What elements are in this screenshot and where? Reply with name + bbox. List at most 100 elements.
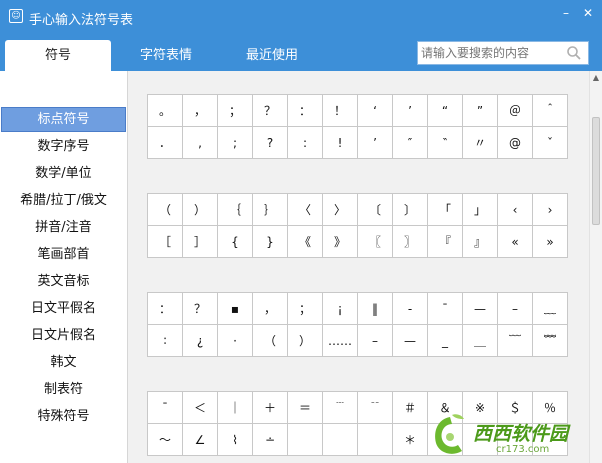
symbol-cell[interactable]: 〖 (357, 225, 393, 258)
sidebar-item-number-ordinals[interactable]: 数字序号 (0, 134, 127, 159)
symbol-cell[interactable]: ‶ (427, 126, 463, 159)
symbol-cell[interactable]: （ (252, 324, 288, 357)
symbol-cell[interactable]: ” (462, 94, 498, 127)
symbol-cell[interactable]: – (497, 292, 533, 325)
symbol-cell[interactable]: ! (322, 126, 358, 159)
symbol-cell[interactable]: ＜ (182, 391, 218, 424)
sidebar-item-english-phonetics[interactable]: 英文音标 (0, 269, 127, 294)
sidebar-item-strokes-radicals[interactable]: 笔画部首 (0, 242, 127, 267)
symbol-cell[interactable]: ？ (252, 94, 288, 127)
symbol-cell[interactable]: ： (147, 292, 183, 325)
symbol-cell[interactable]: — (462, 292, 498, 325)
symbol-cell[interactable]: ， (182, 94, 218, 127)
tab-recent[interactable]: 最近使用 (233, 40, 311, 71)
symbol-cell[interactable]: : (287, 126, 323, 159)
symbol-cell[interactable]: ！ (322, 94, 358, 127)
symbol-cell[interactable]: ﹌ (532, 324, 568, 357)
symbol-cell[interactable]: › (532, 193, 568, 226)
symbol-cell[interactable]: ’ (357, 126, 393, 159)
search-input[interactable] (421, 44, 565, 62)
symbol-cell[interactable]: ＋ (252, 391, 288, 424)
symbol-cell[interactable]: ∸ (252, 423, 288, 456)
vertical-scrollbar[interactable]: ▲ (589, 71, 602, 463)
symbol-cell[interactable]: ? (252, 126, 288, 159)
symbol-cell[interactable]: ˉ (147, 391, 183, 424)
symbol-cell[interactable]: @ (497, 126, 533, 159)
scroll-up-arrow-icon[interactable]: ▲ (590, 71, 602, 85)
close-button[interactable]: ✕ (580, 5, 596, 21)
symbol-cell[interactable]: ］ (182, 225, 218, 258)
symbol-cell[interactable]: ▪ (217, 292, 253, 325)
symbol-cell[interactable]: ¡ (322, 292, 358, 325)
symbol-cell[interactable]: 《 (287, 225, 323, 258)
symbol-cell[interactable]: 〕 (392, 193, 428, 226)
symbol-cell[interactable]: – (357, 324, 393, 357)
symbol-cell[interactable]: _ (427, 324, 463, 357)
symbol-cell[interactable]: « (497, 225, 533, 258)
sidebar-item-special-symbols[interactable]: 特殊符号 (0, 404, 127, 429)
scroll-thumb[interactable] (592, 117, 600, 225)
symbol-cell[interactable]: 「 (427, 193, 463, 226)
symbol-cell[interactable]: “ (427, 94, 463, 127)
symbol-cell[interactable]: ∠ (182, 423, 218, 456)
symbol-cell[interactable]: { (217, 225, 253, 258)
symbol-cell[interactable]: ¿ (182, 324, 218, 357)
symbol-cell[interactable]: 『 (427, 225, 463, 258)
symbol-cell[interactable]: » (532, 225, 568, 258)
symbol-cell[interactable]: 』 (462, 225, 498, 258)
symbol-cell[interactable]: - (392, 292, 428, 325)
sidebar-item-hiragana[interactable]: 日文平假名 (0, 296, 127, 321)
symbol-cell[interactable]: ＿ (462, 324, 498, 357)
symbol-cell[interactable]: ¯ (427, 292, 463, 325)
symbol-cell[interactable]: 」 (462, 193, 498, 226)
symbol-cell[interactable]: ； (217, 94, 253, 127)
symbol-cell[interactable]: — (392, 324, 428, 357)
symbol-cell[interactable]: 。 (147, 94, 183, 127)
symbol-cell[interactable]: 〃 (462, 126, 498, 159)
symbol-cell[interactable]: ＊ (392, 423, 428, 456)
symbol-cell[interactable]: ？ (182, 292, 218, 325)
sidebar-item-box-drawing[interactable]: 制表符 (0, 377, 127, 402)
symbol-cell[interactable]: ‖ (357, 292, 393, 325)
symbol-cell[interactable]: ． (147, 126, 183, 159)
symbol-cell[interactable]: ⌇ (217, 423, 253, 456)
symbol-cell[interactable]: ｜ (217, 391, 253, 424)
symbol-cell[interactable]: 〗 (392, 225, 428, 258)
symbol-cell[interactable]: ， (252, 292, 288, 325)
symbol-cell[interactable]: ｛ (217, 193, 253, 226)
sidebar-item-punctuation[interactable]: 标点符号 (1, 107, 126, 132)
sidebar-item-katakana[interactable]: 日文片假名 (0, 323, 127, 348)
symbol-cell[interactable]: ﹏ (532, 292, 568, 325)
symbol-cell[interactable]: ） (182, 193, 218, 226)
symbol-cell[interactable]: （ (147, 193, 183, 226)
symbol-cell[interactable]: ‘ (357, 94, 393, 127)
symbol-cell[interactable]: ） (287, 324, 323, 357)
symbol-cell[interactable]: 》 (322, 225, 358, 258)
sidebar-item-pinyin-zhuyin[interactable]: 拼音/注音 (0, 215, 127, 240)
symbol-cell[interactable]: } (252, 225, 288, 258)
symbol-cell[interactable]: ～ (147, 423, 183, 456)
symbol-cell[interactable]: ｝ (252, 193, 288, 226)
symbol-cell[interactable]: ＃ (392, 391, 428, 424)
symbol-cell[interactable]: ＾ (532, 94, 568, 127)
symbol-cell[interactable]: ˇ (532, 126, 568, 159)
symbol-cell[interactable]: ‹ (497, 193, 533, 226)
symbol-cell[interactable]: ’ (392, 94, 428, 127)
symbol-cell[interactable]: 〔 (357, 193, 393, 226)
symbol-cell[interactable]: , (182, 126, 218, 159)
symbol-cell[interactable]: ﹊ (357, 391, 393, 424)
symbol-cell[interactable]: ＝ (287, 391, 323, 424)
symbol-cell[interactable]: ； (287, 292, 323, 325)
symbol-cell[interactable]: ; (217, 126, 253, 159)
symbol-cell[interactable] (322, 423, 358, 456)
minimize-button[interactable]: – (558, 5, 574, 21)
symbol-cell[interactable]: 〉 (322, 193, 358, 226)
symbol-cell[interactable] (357, 423, 393, 456)
symbol-cell[interactable]: …… (322, 324, 358, 357)
symbol-cell[interactable] (287, 423, 323, 456)
symbol-cell[interactable]: ＠ (497, 94, 533, 127)
tab-emoticons[interactable]: 字符表情 (127, 40, 205, 71)
sidebar-item-math-units[interactable]: 数学/单位 (0, 161, 127, 186)
sidebar-item-greek-latin-russian[interactable]: 希腊/拉丁/俄文 (0, 188, 127, 213)
symbol-cell[interactable]: ″ (392, 126, 428, 159)
